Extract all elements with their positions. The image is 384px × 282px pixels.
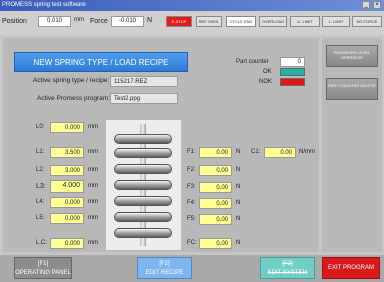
f2-button-label: EDIT RECIPE <box>145 270 184 276</box>
part-counter-label: Part counter <box>236 59 269 65</box>
spring-image <box>106 120 181 250</box>
f5-label: F5: <box>187 216 196 222</box>
l0-unit: mm <box>88 124 98 130</box>
overload-indicator: OVERLOAD <box>259 16 287 27</box>
estop-indicator: E-STOP <box>166 16 192 27</box>
nok-count-bar <box>280 78 305 86</box>
ref-miss-indicator: REF. MISS. <box>196 16 222 27</box>
ok-count-bar <box>280 68 305 76</box>
f1-label: F1: <box>187 149 196 155</box>
f1-unit: N <box>236 149 241 155</box>
close-icon[interactable]: × <box>373 1 381 9</box>
lc-value: 0.000 <box>50 238 84 249</box>
f1-key-label: [F1] <box>37 261 49 267</box>
part-counter-value: 0 <box>280 57 305 67</box>
window-title-bar: PROMESS spring test software <box>0 0 384 11</box>
force-label: Force <box>90 18 108 25</box>
l1-value: 3.500 <box>50 147 84 158</box>
edit-recipe-button[interactable]: [F2] EDIT RECIPE <box>137 257 192 279</box>
no-force-indicator: NO FORCE <box>352 16 382 27</box>
l1-unit: mm <box>88 149 98 155</box>
l3-value: 4.000 <box>50 180 84 193</box>
l1-label: L1: <box>36 149 45 155</box>
spring-type-value: 115217.REZ <box>110 76 178 87</box>
minimize-icon[interactable]: _ <box>362 1 370 9</box>
l2-unit: mm <box>88 167 98 173</box>
fc-label: FC: <box>187 240 197 246</box>
exit-button-label: EXIT PROGRAM <box>328 265 374 271</box>
force-unit: N <box>147 17 153 24</box>
l3-unit: mm <box>88 183 98 189</box>
edit-system-button[interactable]: [F3] EDIT SYSTEM <box>260 257 315 279</box>
position-unit: mm <box>74 17 84 23</box>
c1-unit: N/mm <box>299 149 315 155</box>
upper-limit-indicator: U. LIMIT <box>290 16 320 27</box>
l4-unit: mm <box>88 199 98 205</box>
f3-key-label: [F3] <box>282 261 293 267</box>
side-panel <box>322 38 382 252</box>
f3-value: 0.00 <box>199 182 232 193</box>
position-value: 0.010 <box>38 16 71 27</box>
new-spring-type-button[interactable]: NEW SPRING TYPE / LOAD RECIPE <box>14 52 188 72</box>
f3-unit: N <box>236 184 241 190</box>
c1-value: 0.00 <box>264 147 296 158</box>
window-title: PROMESS spring test software <box>2 2 86 8</box>
spring-coil <box>114 134 172 144</box>
f3-button-label: EDIT SYSTEM <box>267 270 308 276</box>
l5-label: L5: <box>36 215 45 221</box>
f4-unit: N <box>236 200 241 206</box>
l2-label: L2: <box>36 167 45 173</box>
part-counter-reset-button[interactable]: PART COUNTER DELETE <box>326 78 378 100</box>
c1-label: C1: <box>251 149 261 155</box>
f1-button-label: OPERATING PANEL <box>15 270 71 276</box>
f3-label: F3: <box>187 184 196 190</box>
f4-value: 0.00 <box>199 198 232 209</box>
position-label: Position <box>2 18 27 25</box>
f5-value: 0.00 <box>199 214 232 225</box>
exit-program-button[interactable]: EXIT PROGRAM <box>322 257 380 279</box>
lower-limit-indicator: L. LIMIT <box>322 16 350 27</box>
password-level-button[interactable]: PASSWORD LEVEL OPERATOR <box>326 45 378 67</box>
l2-value: 3.000 <box>50 165 84 176</box>
l5-unit: mm <box>88 215 98 221</box>
l3-label: L3: <box>36 183 46 190</box>
l5-value: 0.000 <box>50 213 84 224</box>
l4-value: 0.000 <box>50 197 84 208</box>
f5-unit: N <box>236 216 241 222</box>
l4-label: L4: <box>36 199 45 205</box>
f4-label: F4: <box>187 200 196 206</box>
cycle-end-indicator: CYCLE END <box>226 16 256 27</box>
operating-panel-button[interactable]: [F1] OPERATING PANEL <box>14 257 72 279</box>
f2-unit: N <box>236 167 241 173</box>
f2-value: 0.00 <box>199 165 232 176</box>
program-label: Active Promess program: <box>37 95 110 102</box>
f2-label: F2: <box>187 167 196 173</box>
program-value: Test2.ppg <box>110 93 178 104</box>
ok-label: OK <box>263 69 272 75</box>
spring-coil <box>114 212 172 222</box>
f1-value: 0.00 <box>199 147 232 158</box>
spring-coil <box>114 228 172 238</box>
spring-coil <box>114 180 172 190</box>
lc-unit: mm <box>88 240 98 246</box>
force-value: -0.010 <box>111 16 144 27</box>
lc-label: L.C: <box>36 240 48 246</box>
spring-coil <box>114 196 172 206</box>
fc-unit: N <box>236 240 241 246</box>
l0-value: 0.000 <box>50 122 84 133</box>
l0-label: L0: <box>36 124 45 130</box>
spring-type-label: Active spring type / recipe: <box>33 77 110 84</box>
f2-key-label: [F2] <box>159 261 170 267</box>
fc-value: 0.00 <box>199 238 232 249</box>
spring-coil <box>114 148 172 158</box>
spring-coil <box>114 164 172 174</box>
nok-label: NOK <box>259 79 273 85</box>
